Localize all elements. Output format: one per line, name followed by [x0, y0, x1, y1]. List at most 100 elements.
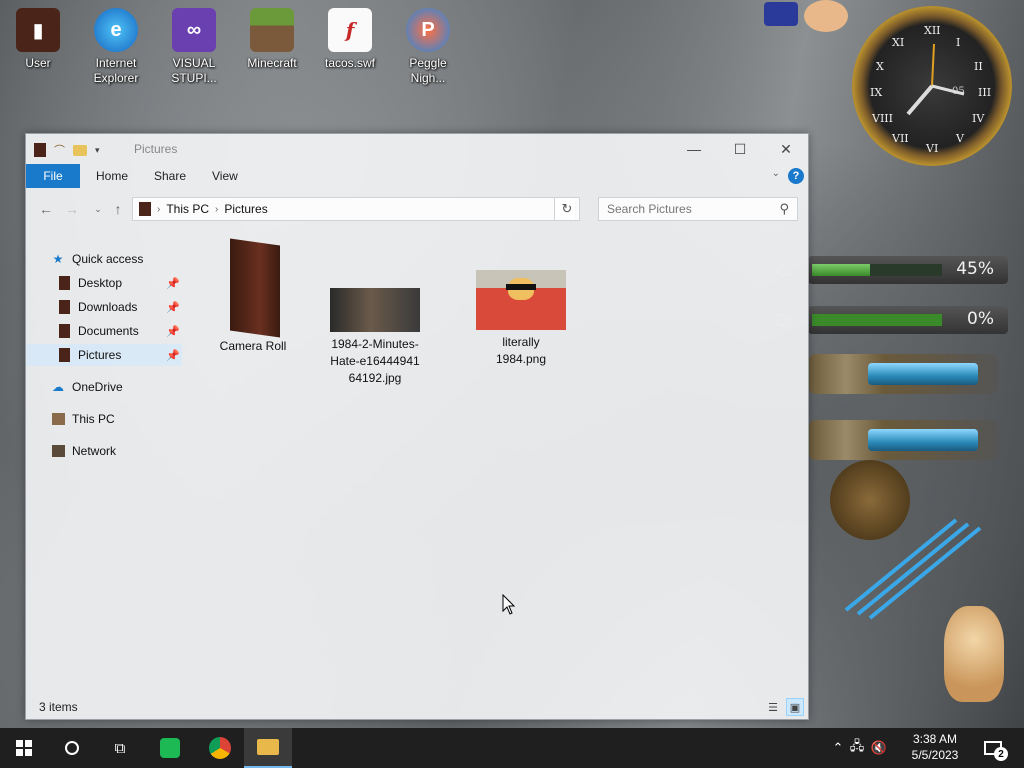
file-item-literally-1984[interactable]: literally 1984.png [466, 270, 576, 368]
up-button[interactable]: ↑ [108, 200, 128, 218]
nav-quick-access[interactable]: ★ Quick access [50, 248, 206, 270]
pipe-bundle-widget [844, 518, 982, 620]
computer-icon [50, 411, 66, 427]
nav-desktop[interactable]: Desktop 📌 [56, 272, 182, 294]
desktop-icon-peggle-nights[interactable]: P Peggle Nigh... [392, 8, 464, 86]
tab-view[interactable]: View [202, 164, 248, 188]
cartoon-character-icon [760, 0, 850, 32]
nav-onedrive[interactable]: ☁ OneDrive [50, 376, 206, 398]
taskbar-chrome[interactable] [196, 728, 244, 768]
chrome-icon [209, 737, 231, 759]
navigation-pane: ★ Quick access Desktop 📌 Downloads 📌 Doc… [26, 242, 186, 692]
new-folder-icon[interactable] [73, 144, 87, 156]
network-icon [50, 443, 66, 459]
desktop-icon-user[interactable]: ▮ User [2, 8, 74, 71]
pictures-location-icon [139, 202, 151, 216]
file-name-line: 1984.png [495, 352, 547, 366]
undo-icon[interactable]: ⌒ [54, 142, 65, 158]
expand-ribbon-icon[interactable]: ⌄ [772, 168, 780, 179]
desktop-icon-visual-studio[interactable]: ∞ VISUAL STUPI... [158, 8, 230, 86]
pin-icon: 📌 [166, 349, 180, 362]
details-view-icon[interactable]: ☰ [764, 698, 782, 716]
breadcrumb-separator-icon[interactable]: › [215, 204, 218, 215]
address-bar[interactable]: › This PC › Pictures ⌄ [132, 197, 576, 221]
tab-home[interactable]: Home [86, 164, 138, 188]
drive-c-percent: 45% [956, 259, 994, 279]
file-list: Camera Roll 1984-2-Minutes- Hate-e164449… [196, 234, 796, 694]
nav-label: Documents [78, 324, 139, 338]
minimize-button[interactable]: — [671, 134, 717, 164]
breadcrumb-this-pc[interactable]: This PC [166, 202, 209, 216]
title-bar[interactable]: ⌒ ▾ Pictures — ☐ ✕ [26, 134, 808, 164]
explorer-app-icon[interactable] [34, 143, 46, 157]
volume-muted-icon[interactable]: 🔇 [868, 740, 890, 756]
pin-icon: 📌 [166, 301, 180, 314]
system-tray: ⌃ 🖧 🔇 [830, 728, 890, 768]
breadcrumb-separator-icon[interactable]: › [157, 204, 160, 215]
taskbar-app-green[interactable] [146, 728, 194, 768]
star-icon: ★ [52, 252, 64, 266]
large-icons-view-icon[interactable]: ▣ [786, 698, 804, 716]
show-hidden-icons-icon[interactable]: ⌃ [830, 740, 846, 756]
nav-this-pc[interactable]: This PC [50, 408, 206, 430]
taskbar: ⧉ ⌃ 🖧 🔇 3:38 AM 5/5/2023 2 [0, 728, 1024, 768]
cloud-icon: ☁ [52, 380, 64, 394]
ribbon-tabs: File Home Share View ⌄ ? [26, 164, 808, 188]
user-folder-icon: ▮ [16, 8, 60, 52]
file-name-line: 64192.jpg [348, 371, 402, 385]
help-button[interactable]: ? [788, 168, 804, 184]
search-button[interactable] [48, 728, 96, 768]
search-icon[interactable]: ⚲ [779, 201, 789, 217]
desktop-icon-label: tacos.swf [324, 56, 375, 70]
drive-c-usage-bar [812, 264, 870, 276]
close-button[interactable]: ✕ [763, 134, 809, 164]
documents-folder-icon [56, 323, 72, 339]
tab-file[interactable]: File [26, 164, 80, 188]
taskbar-clock[interactable]: 3:38 AM 5/5/2023 [900, 731, 970, 763]
desktop-icon-internet-explorer[interactable]: e Internet Explorer [80, 8, 152, 86]
drive-d-meter: D: 0% [776, 306, 1008, 334]
recent-locations-icon[interactable]: ⌄ [88, 200, 108, 218]
drive-d-percent: 0% [967, 309, 994, 329]
desktop-icon-minecraft[interactable]: Minecraft [236, 8, 308, 71]
taskbar-file-explorer[interactable] [244, 728, 292, 768]
file-item-camera-roll[interactable]: Camera Roll [198, 238, 308, 355]
action-center-button[interactable]: 2 [980, 736, 1008, 761]
drive-c-meter: C: 45% [776, 256, 1008, 284]
nav-pictures[interactable]: Pictures 📌 [26, 344, 182, 366]
nav-label: This PC [72, 412, 115, 426]
task-view-icon: ⧉ [114, 739, 126, 757]
file-item-1984-2-minutes-hate[interactable]: 1984-2-Minutes- Hate-e16444941 64192.jpg [320, 288, 430, 387]
back-button[interactable]: ← [36, 200, 56, 218]
item-count: 3 items [39, 700, 78, 714]
nav-label: Pictures [78, 348, 122, 362]
window-title: Pictures [134, 142, 178, 156]
chat-app-icon [160, 738, 180, 758]
nav-documents[interactable]: Documents 📌 [56, 320, 182, 342]
network-status-icon[interactable]: 🖧 [846, 737, 868, 759]
start-button[interactable] [0, 728, 48, 768]
file-name-line: 1984-2-Minutes- [331, 337, 419, 351]
nav-label: Quick access [72, 252, 144, 266]
forward-button[interactable]: → [62, 200, 82, 218]
customize-toolbar-icon[interactable]: ▾ [95, 145, 100, 156]
nav-network[interactable]: Network [50, 440, 206, 462]
steampunk-tube-widget [808, 354, 998, 394]
desktop-icon-tacos-swf[interactable]: f tacos.swf [314, 8, 386, 71]
cortana-icon [65, 741, 79, 755]
refresh-button[interactable]: ↻ [554, 197, 580, 221]
file-explorer-window: ⌒ ▾ Pictures — ☐ ✕ File Home Share View … [25, 133, 809, 720]
maximize-button[interactable]: ☐ [717, 134, 763, 164]
breadcrumb-pictures[interactable]: Pictures [224, 202, 267, 216]
tab-share[interactable]: Share [144, 164, 196, 188]
nav-downloads[interactable]: Downloads 📌 [56, 296, 182, 318]
image-thumbnail [476, 270, 566, 330]
internet-explorer-icon: e [94, 8, 138, 52]
desktop-icon-label: User [25, 56, 51, 70]
desktop-icon-label: VISUAL STUPI... [171, 56, 217, 85]
clock-hands [906, 43, 965, 116]
search-input[interactable]: Search Pictures ⚲ [598, 197, 798, 221]
quick-access-toolbar: ⌒ ▾ [34, 142, 100, 158]
desktop-icon-label: Peggle Nigh... [409, 56, 447, 85]
task-view-button[interactable]: ⧉ [96, 728, 144, 768]
